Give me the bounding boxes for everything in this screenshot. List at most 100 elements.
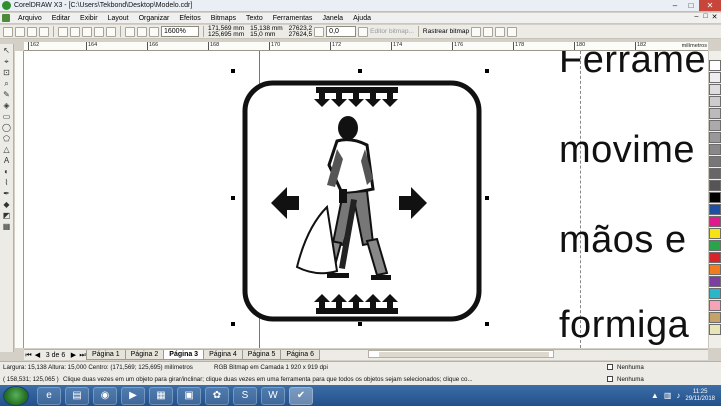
document-icon[interactable] <box>2 14 10 22</box>
tab-page-5[interactable]: Página 5 <box>241 350 282 360</box>
palette-swatch[interactable] <box>709 144 721 155</box>
pick-tool-icon[interactable]: ↖ <box>1 46 12 56</box>
palette-swatch[interactable] <box>709 216 721 227</box>
zoom-tool-icon[interactable]: ⌕ <box>1 79 12 89</box>
outline-tool-icon[interactable]: ✒ <box>1 189 12 199</box>
fill-tool-icon[interactable]: ◆ <box>1 200 12 210</box>
safety-sign-bitmap[interactable] <box>241 79 483 323</box>
basic-shapes-icon[interactable]: △ <box>1 145 12 155</box>
palette-swatch[interactable] <box>709 300 721 311</box>
coreldraw-icon[interactable]: ✔ <box>289 386 313 405</box>
resample-icon[interactable] <box>483 26 494 37</box>
media-icon[interactable]: ▶ <box>121 386 145 405</box>
ellipse-tool-icon[interactable]: ◯ <box>1 123 12 133</box>
copy-icon[interactable] <box>70 26 80 37</box>
menu-organizar[interactable]: Organizar <box>134 15 175 22</box>
vertical-ruler[interactable] <box>15 51 24 348</box>
height-field[interactable]: 15,0 mm <box>250 31 283 38</box>
doc-close-button[interactable]: ✕ <box>710 13 719 23</box>
position-y-field[interactable]: 125,695 mm <box>208 31 244 38</box>
horizontal-ruler[interactable]: 162 164 166 168 170 172 174 176 178 180 … <box>24 42 708 51</box>
menu-ajuda[interactable]: Ajuda <box>348 15 376 22</box>
palette-swatch[interactable] <box>709 228 721 239</box>
menu-efeitos[interactable]: Efeitos <box>174 15 205 22</box>
palette-swatch[interactable] <box>709 324 721 335</box>
to-front-icon[interactable] <box>495 26 506 37</box>
import-icon[interactable] <box>125 26 135 37</box>
menu-ferramentas[interactable]: Ferramentas <box>268 15 318 22</box>
undo-icon[interactable] <box>94 26 104 37</box>
palette-swatch[interactable] <box>709 96 721 107</box>
edit-bitmap-button[interactable]: Editor bitmap... <box>370 28 414 35</box>
save-icon[interactable] <box>27 26 37 37</box>
palette-swatch[interactable] <box>709 132 721 143</box>
palette-swatch[interactable] <box>709 108 721 119</box>
mesh-fill-icon[interactable]: ▦ <box>1 222 12 232</box>
polygon-tool-icon[interactable]: ⬠ <box>1 134 12 144</box>
rotation-angle-field[interactable]: 0,0 <box>326 26 357 37</box>
crop-icon[interactable] <box>471 26 482 37</box>
skype-icon[interactable]: S <box>233 386 257 405</box>
shape-tool-icon[interactable]: ⌖ <box>1 57 12 67</box>
selection-handle[interactable] <box>485 69 489 73</box>
to-back-icon[interactable] <box>507 26 518 37</box>
next-page-icon[interactable]: ▶ <box>69 351 78 360</box>
palette-swatch[interactable] <box>709 60 721 71</box>
app-launcher-icon[interactable] <box>149 26 159 37</box>
doc-restore-button[interactable]: □ <box>701 13 710 23</box>
selection-handle[interactable] <box>485 322 489 326</box>
freehand-tool-icon[interactable]: ✎ <box>1 90 12 100</box>
ie-icon[interactable]: e <box>37 386 61 405</box>
close-button[interactable]: ✕ <box>699 0 721 11</box>
palette-swatch[interactable] <box>709 120 721 131</box>
text-tool-icon[interactable]: A <box>1 156 12 166</box>
eyedropper-icon[interactable]: ⌇ <box>1 178 12 188</box>
first-page-icon[interactable]: ⏮ <box>24 351 33 360</box>
green-icon[interactable]: ✿ <box>205 386 229 405</box>
print-icon[interactable] <box>39 26 49 37</box>
clock[interactable]: 11:25 29/11/2018 <box>685 389 715 403</box>
horizontal-scrollbar[interactable] <box>368 350 554 358</box>
palette-swatch[interactable] <box>709 312 721 323</box>
tab-page-4[interactable]: Página 4 <box>203 350 243 360</box>
menu-texto[interactable]: Texto <box>241 15 268 22</box>
palette-swatch[interactable] <box>709 72 721 83</box>
minimize-button[interactable]: – <box>667 0 683 11</box>
tab-page-1[interactable]: Página 1 <box>86 350 126 360</box>
menu-janela[interactable]: Janela <box>317 15 348 22</box>
selection-handle[interactable] <box>231 69 235 73</box>
fill-color-icon[interactable] <box>607 364 613 370</box>
paste-icon[interactable] <box>82 26 92 37</box>
menu-layout[interactable]: Layout <box>103 15 134 22</box>
doc-minimize-button[interactable]: – <box>692 13 701 23</box>
palette-swatch[interactable] <box>709 192 721 203</box>
menu-exibir[interactable]: Exibir <box>75 15 103 22</box>
maximize-button[interactable]: □ <box>683 0 699 11</box>
interactive-fill-icon[interactable]: ◩ <box>1 211 12 221</box>
lock-ratio-icon[interactable] <box>314 26 325 37</box>
palette-swatch[interactable] <box>709 276 721 287</box>
palette-swatch[interactable] <box>709 252 721 263</box>
mirror-icon[interactable] <box>358 26 369 37</box>
palette-swatch[interactable] <box>709 264 721 275</box>
tab-page-6[interactable]: Página 6 <box>280 350 320 360</box>
export-icon[interactable] <box>137 26 147 37</box>
palette-swatch[interactable] <box>709 240 721 251</box>
tab-page-3[interactable]: Página 3 <box>163 350 205 360</box>
word-icon[interactable]: W <box>261 386 285 405</box>
palette-swatch[interactable] <box>709 180 721 191</box>
window-icon[interactable]: ▣ <box>177 386 201 405</box>
new-file-icon[interactable] <box>3 26 13 37</box>
tray-arrow-icon[interactable]: ▲ <box>651 391 659 400</box>
selection-handle[interactable] <box>358 69 362 73</box>
open-file-icon[interactable] <box>15 26 25 37</box>
outline-color-icon[interactable] <box>607 376 613 382</box>
menu-bitmaps[interactable]: Bitmaps <box>206 15 241 22</box>
scale-y-field[interactable]: 27624,5 <box>289 31 313 38</box>
redo-icon[interactable] <box>106 26 116 37</box>
selection-handle[interactable] <box>485 196 489 200</box>
selection-handle[interactable] <box>231 196 235 200</box>
palette-swatch[interactable] <box>709 156 721 167</box>
folder-icon[interactable]: ▤ <box>65 386 89 405</box>
interactive-blend-icon[interactable]: ◐ <box>1 167 12 177</box>
